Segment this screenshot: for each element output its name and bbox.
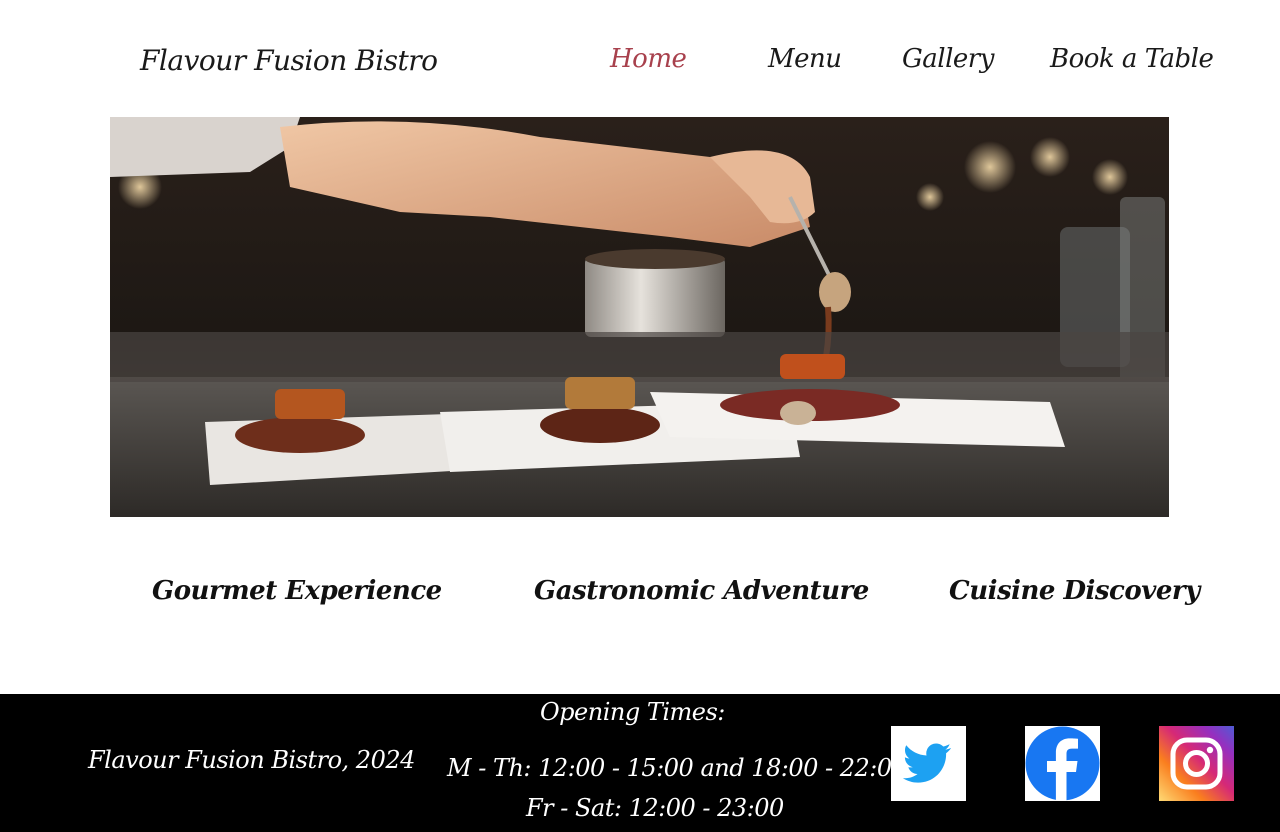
feature-gastronomic-adventure: Gastronomic Adventure (534, 576, 869, 606)
nav-home-link[interactable]: Home (610, 44, 687, 74)
instagram-icon (1159, 726, 1234, 801)
facebook-link[interactable] (1025, 726, 1100, 801)
instagram-link[interactable] (1159, 726, 1234, 801)
nav-book-table-link[interactable]: Book a Table (1050, 44, 1214, 74)
opening-hours-weekend: Fr - Sat: 12:00 - 23:00 (526, 794, 784, 822)
feature-cuisine-discovery: Cuisine Discovery (949, 576, 1200, 606)
twitter-link[interactable] (891, 726, 966, 801)
nav-gallery-link[interactable]: Gallery (902, 44, 994, 74)
opening-hours-weekday: M - Th: 12:00 - 15:00 and 18:00 - 22:00 (447, 754, 907, 782)
feature-list: Gourmet Experience Gastronomic Adventure… (0, 576, 1280, 636)
site-footer: Flavour Fusion Bistro, 2024 Opening Time… (0, 694, 1280, 832)
opening-times-title: Opening Times: (540, 698, 725, 726)
hero-image (110, 117, 1169, 517)
site-header: Flavour Fusion Bistro Home Menu Gallery … (0, 0, 1280, 117)
facebook-icon (1025, 726, 1100, 801)
main-nav: Home Menu Gallery Book a Table (0, 44, 1280, 84)
feature-gourmet-experience: Gourmet Experience (152, 576, 442, 606)
nav-menu-link[interactable]: Menu (768, 44, 842, 74)
plated-food-image (110, 117, 1169, 517)
twitter-icon (891, 726, 966, 801)
footer-copyright: Flavour Fusion Bistro, 2024 (88, 746, 415, 774)
